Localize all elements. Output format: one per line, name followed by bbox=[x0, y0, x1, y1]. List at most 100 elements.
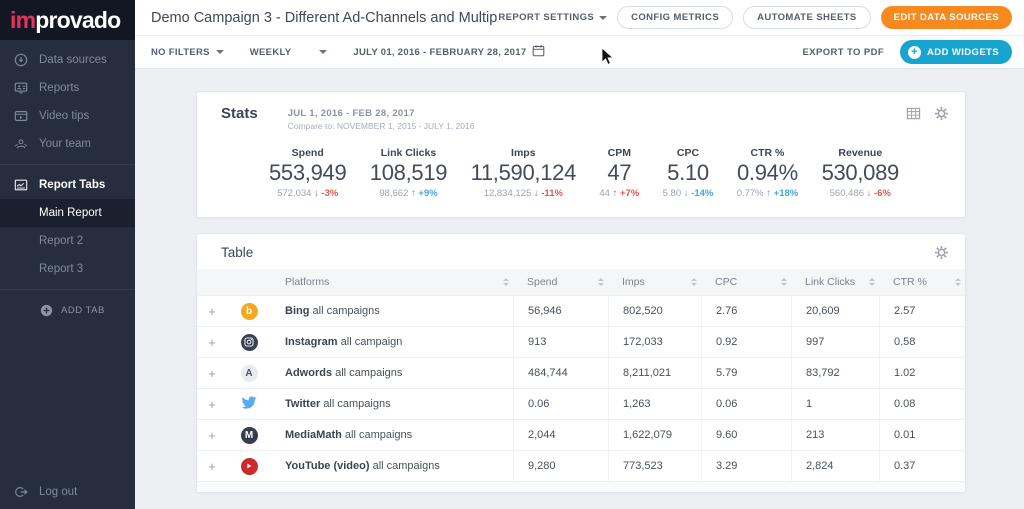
platform-cell: Adwords all campaigns bbox=[271, 367, 513, 379]
sidebar-item-main-report[interactable]: Main Report bbox=[0, 199, 135, 227]
main-area: Demo Campaign 3 - Different Ad-Channels … bbox=[135, 0, 1024, 509]
sidebar-item-video-tips[interactable]: Video tips bbox=[0, 102, 135, 130]
column-header-link-clicks[interactable]: Link Clicks bbox=[791, 269, 879, 295]
metric-value: 108,519 bbox=[370, 160, 447, 186]
date-range-picker[interactable]: JULY 01, 2016 - FEBRUARY 28, 2017 bbox=[353, 44, 545, 60]
chevron-down-icon bbox=[599, 16, 607, 20]
logo-prefix: im bbox=[10, 7, 35, 34]
expand-row-button[interactable]: + bbox=[197, 459, 227, 474]
report-tabs-icon bbox=[13, 177, 29, 193]
stats-metrics-row: Spend 553,949 572,034 ↓ -3% Link Clicks … bbox=[197, 131, 965, 217]
improvado-logo[interactable]: improvado bbox=[0, 0, 135, 40]
chevron-down-icon bbox=[216, 50, 224, 54]
metric-label: Imps bbox=[471, 147, 576, 159]
trend-arrow-icon: ↑ bbox=[613, 188, 618, 199]
link-clicks-cell: 20,609 bbox=[791, 296, 879, 326]
metric-comparison: 98,662 ↑ +9% bbox=[370, 188, 447, 199]
column-header-cpc[interactable]: CPC bbox=[701, 269, 791, 295]
expand-row-button[interactable]: + bbox=[197, 366, 227, 381]
automate-sheets-label: AUTOMATE SHEETS bbox=[757, 12, 857, 23]
config-metrics-button[interactable]: CONFIG METRICS bbox=[617, 6, 733, 29]
metric-cpm: CPM 47 44 ↑ +7% bbox=[599, 147, 639, 199]
filters-dropdown[interactable]: NO FILTERS bbox=[151, 47, 224, 58]
trend-arrow-icon: ↓ bbox=[684, 188, 689, 199]
add-tab-label: ADD TAB bbox=[61, 305, 105, 316]
header-actions: REPORT SETTINGS CONFIG METRICS AUTOMATE … bbox=[498, 6, 1012, 29]
cpc-cell: 9.60 bbox=[701, 420, 791, 450]
chevron-down-icon bbox=[319, 50, 327, 54]
table-row-instagram: + Instagram all campaign 913 172,033 0.9… bbox=[197, 326, 965, 357]
stats-dates: JUL 1, 2016 - FEB 28, 2017 Compare to: N… bbox=[288, 105, 475, 131]
cpc-cell: 3.29 bbox=[701, 451, 791, 481]
sidebar-item-report-tabs[interactable]: Report Tabs bbox=[0, 171, 135, 199]
sidebar-item-report-3[interactable]: Report 3 bbox=[0, 255, 135, 283]
filters-label: NO FILTERS bbox=[151, 47, 210, 58]
sidebar-divider bbox=[0, 164, 135, 165]
gear-icon[interactable] bbox=[933, 244, 949, 260]
table-row-mediamath: + M MediaMath all campaigns 2,044 1,622,… bbox=[197, 419, 965, 450]
metric-comparison: 5.80 ↓ -14% bbox=[663, 188, 714, 199]
granularity-label: WEEKLY bbox=[250, 47, 292, 58]
link-clicks-cell: 83,792 bbox=[791, 358, 879, 388]
report-settings-button[interactable]: REPORT SETTINGS bbox=[498, 12, 607, 23]
stats-compare-range: Compare to: NOVEMBER 1, 2015 - JULY 1, 2… bbox=[288, 121, 475, 131]
instagram-icon bbox=[241, 334, 258, 351]
platform-cell: Bing all campaigns bbox=[271, 305, 513, 317]
sidebar: improvado Data sources Reports Video tip… bbox=[0, 0, 135, 509]
trend-arrow-icon: ↓ bbox=[314, 188, 319, 199]
spend-cell: 913 bbox=[513, 327, 608, 357]
expand-row-button[interactable]: + bbox=[197, 397, 227, 412]
column-header-platforms[interactable]: Platforms bbox=[271, 269, 513, 295]
ctr-cell: 0.01 bbox=[879, 420, 965, 450]
sidebar-item-reports[interactable]: Reports bbox=[0, 74, 135, 102]
sidebar-item-your-team[interactable]: Your team bbox=[0, 130, 135, 158]
metric-imps: Imps 11,590,124 12,834,125 ↓ -11% bbox=[471, 147, 576, 199]
column-header-imps[interactable]: Imps bbox=[608, 269, 701, 295]
page-title: Demo Campaign 3 - Different Ad-Channels … bbox=[151, 10, 498, 26]
add-tab-button[interactable]: ADD TAB bbox=[0, 296, 135, 324]
sidebar-item-label: Data sources bbox=[39, 54, 107, 66]
logout-icon bbox=[13, 484, 29, 500]
sort-icon[interactable] bbox=[503, 278, 509, 286]
ctr-cell: 2.57 bbox=[879, 296, 965, 326]
sidebar-item-logout[interactable]: Log out bbox=[0, 475, 135, 509]
sort-icon[interactable] bbox=[691, 278, 697, 286]
metric-label: CPC bbox=[663, 147, 714, 159]
stats-header: Stats JUL 1, 2016 - FEB 28, 2017 Compare… bbox=[197, 92, 965, 131]
plus-icon: + bbox=[908, 46, 921, 59]
metric-label: CPM bbox=[599, 147, 639, 159]
table-view-icon[interactable] bbox=[905, 105, 921, 121]
sort-icon[interactable] bbox=[598, 278, 604, 286]
metric-link-clicks: Link Clicks 108,519 98,662 ↑ +9% bbox=[370, 147, 447, 199]
sort-icon[interactable] bbox=[781, 278, 787, 286]
column-header-spend[interactable]: Spend bbox=[513, 269, 608, 295]
sidebar-nav: Data sources Reports Video tips Your tea… bbox=[0, 40, 135, 475]
table-widget: Table Platforms Spend Imps CPC Link Clic… bbox=[196, 233, 966, 493]
sidebar-item-label: Report 2 bbox=[39, 235, 83, 247]
ctr-cell: 0.08 bbox=[879, 389, 965, 419]
data-sources-icon bbox=[13, 52, 29, 68]
granularity-dropdown[interactable]: WEEKLY bbox=[250, 47, 328, 58]
export-to-pdf-button[interactable]: EXPORT TO PDF bbox=[802, 47, 884, 58]
table-row-adwords: + A Adwords all campaigns 484,744 8,211,… bbox=[197, 357, 965, 388]
sort-icon[interactable] bbox=[869, 278, 875, 286]
expand-row-button[interactable]: + bbox=[197, 428, 227, 443]
automate-sheets-button[interactable]: AUTOMATE SHEETS bbox=[743, 6, 871, 29]
bing-icon: b bbox=[241, 303, 258, 320]
sidebar-item-data-sources[interactable]: Data sources bbox=[0, 46, 135, 74]
plus-circle-icon bbox=[40, 304, 53, 317]
gear-icon[interactable] bbox=[933, 105, 949, 121]
metric-value: 11,590,124 bbox=[471, 160, 576, 186]
logout-label: Log out bbox=[39, 486, 77, 498]
imps-cell: 1,263 bbox=[608, 389, 701, 419]
ctr-cell: 0.37 bbox=[879, 451, 965, 481]
column-header-ctr[interactable]: CTR % bbox=[879, 269, 965, 295]
sidebar-item-report-2[interactable]: Report 2 bbox=[0, 227, 135, 255]
expand-row-button[interactable]: + bbox=[197, 335, 227, 350]
edit-data-sources-button[interactable]: EDIT DATA SOURCES bbox=[881, 6, 1012, 29]
sort-icon[interactable] bbox=[955, 278, 961, 286]
imps-cell: 802,520 bbox=[608, 296, 701, 326]
expand-row-button[interactable]: + bbox=[197, 304, 227, 319]
sidebar-item-label: Video tips bbox=[39, 110, 89, 122]
add-widgets-button[interactable]: + ADD WIDGETS bbox=[900, 40, 1012, 64]
